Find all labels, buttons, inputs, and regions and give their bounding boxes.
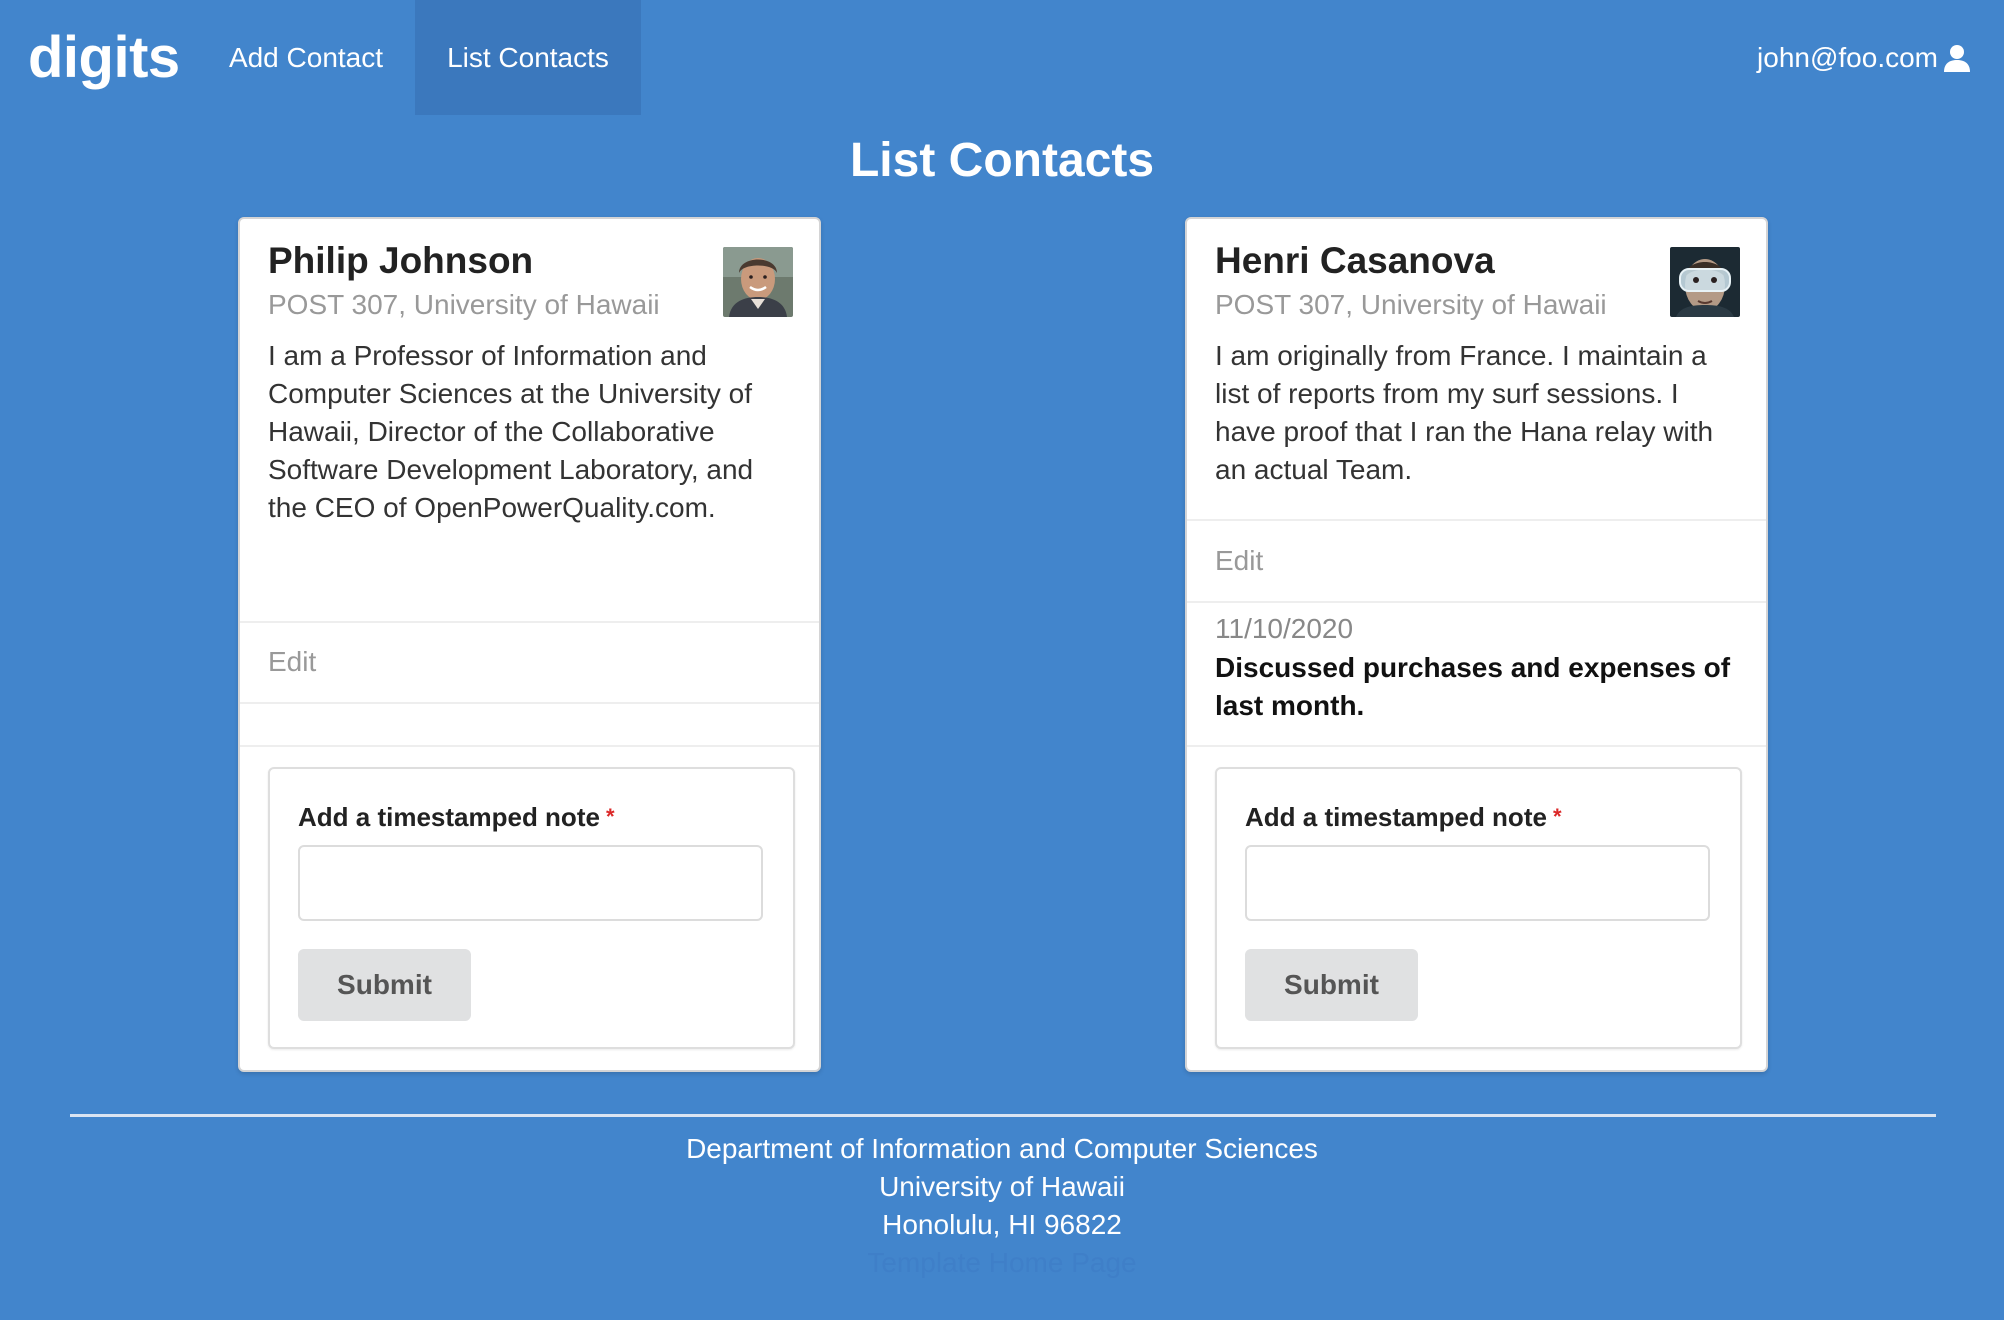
submit-button[interactable]: Submit bbox=[298, 949, 471, 1021]
note-field-label: Add a timestamped note * bbox=[298, 799, 615, 835]
footer-university: University of Hawaii bbox=[879, 1171, 1125, 1202]
contact-description: I am originally from France. I maintain … bbox=[1215, 340, 1714, 485]
card-divider bbox=[1187, 519, 1766, 521]
contact-avatar bbox=[723, 247, 793, 317]
required-marker: * bbox=[1552, 804, 1562, 829]
card-divider bbox=[240, 702, 819, 704]
add-note-form: Add a timestamped note * Submit bbox=[1215, 767, 1742, 1049]
top-navbar: digits Add Contact List Contacts john@fo… bbox=[0, 0, 2004, 115]
required-marker: * bbox=[605, 804, 615, 829]
note-label-text: Add a timestamped note bbox=[298, 802, 600, 832]
edit-link[interactable]: Edit bbox=[268, 642, 316, 682]
note-text: Discussed purchases and expenses of last… bbox=[1215, 652, 1731, 721]
template-home-link[interactable]: Template Home Page bbox=[0, 1244, 2004, 1282]
add-note-form: Add a timestamped note * Submit bbox=[268, 767, 795, 1049]
nav-list-contacts[interactable]: List Contacts bbox=[415, 0, 641, 115]
contact-description: I am a Professor of Information and Comp… bbox=[268, 340, 754, 523]
brand-logo[interactable]: digits bbox=[28, 18, 180, 98]
user-menu[interactable]: john@foo.com bbox=[1757, 0, 1972, 115]
note-field-label: Add a timestamped note * bbox=[1245, 799, 1562, 835]
footer: Department of Information and Computer S… bbox=[0, 1130, 2004, 1282]
page-title: List Contacts bbox=[849, 134, 1155, 187]
contact-card: Philip Johnson POST 307, University of H… bbox=[238, 217, 821, 1072]
note-timestamp: 11/10/2020 bbox=[1215, 613, 1354, 644]
contact-name: Philip Johnson bbox=[268, 240, 534, 281]
contact-name: Henri Casanova bbox=[1215, 240, 1495, 281]
user-icon bbox=[1944, 44, 1970, 72]
contact-address: POST 307, University of Hawaii bbox=[268, 289, 660, 320]
note-label-text: Add a timestamped note bbox=[1245, 802, 1547, 832]
note-input[interactable] bbox=[298, 845, 763, 921]
note-input[interactable] bbox=[1245, 845, 1710, 921]
edit-link[interactable]: Edit bbox=[1215, 541, 1263, 581]
footer-department: Department of Information and Computer S… bbox=[686, 1133, 1318, 1164]
user-email: john@foo.com bbox=[1757, 41, 1938, 73]
card-divider bbox=[240, 621, 819, 623]
contact-address: POST 307, University of Hawaii bbox=[1215, 289, 1607, 320]
card-divider bbox=[1187, 601, 1766, 603]
contact-card: Henri Casanova POST 307, University of H… bbox=[1185, 217, 1768, 1072]
footer-address: Honolulu, HI 96822 bbox=[882, 1209, 1122, 1240]
contact-avatar bbox=[1670, 247, 1740, 317]
submit-button[interactable]: Submit bbox=[1245, 949, 1418, 1021]
card-divider bbox=[1187, 745, 1766, 747]
card-divider bbox=[240, 745, 819, 747]
nav-add-contact[interactable]: Add Contact bbox=[197, 0, 415, 115]
footer-divider bbox=[70, 1114, 1936, 1117]
